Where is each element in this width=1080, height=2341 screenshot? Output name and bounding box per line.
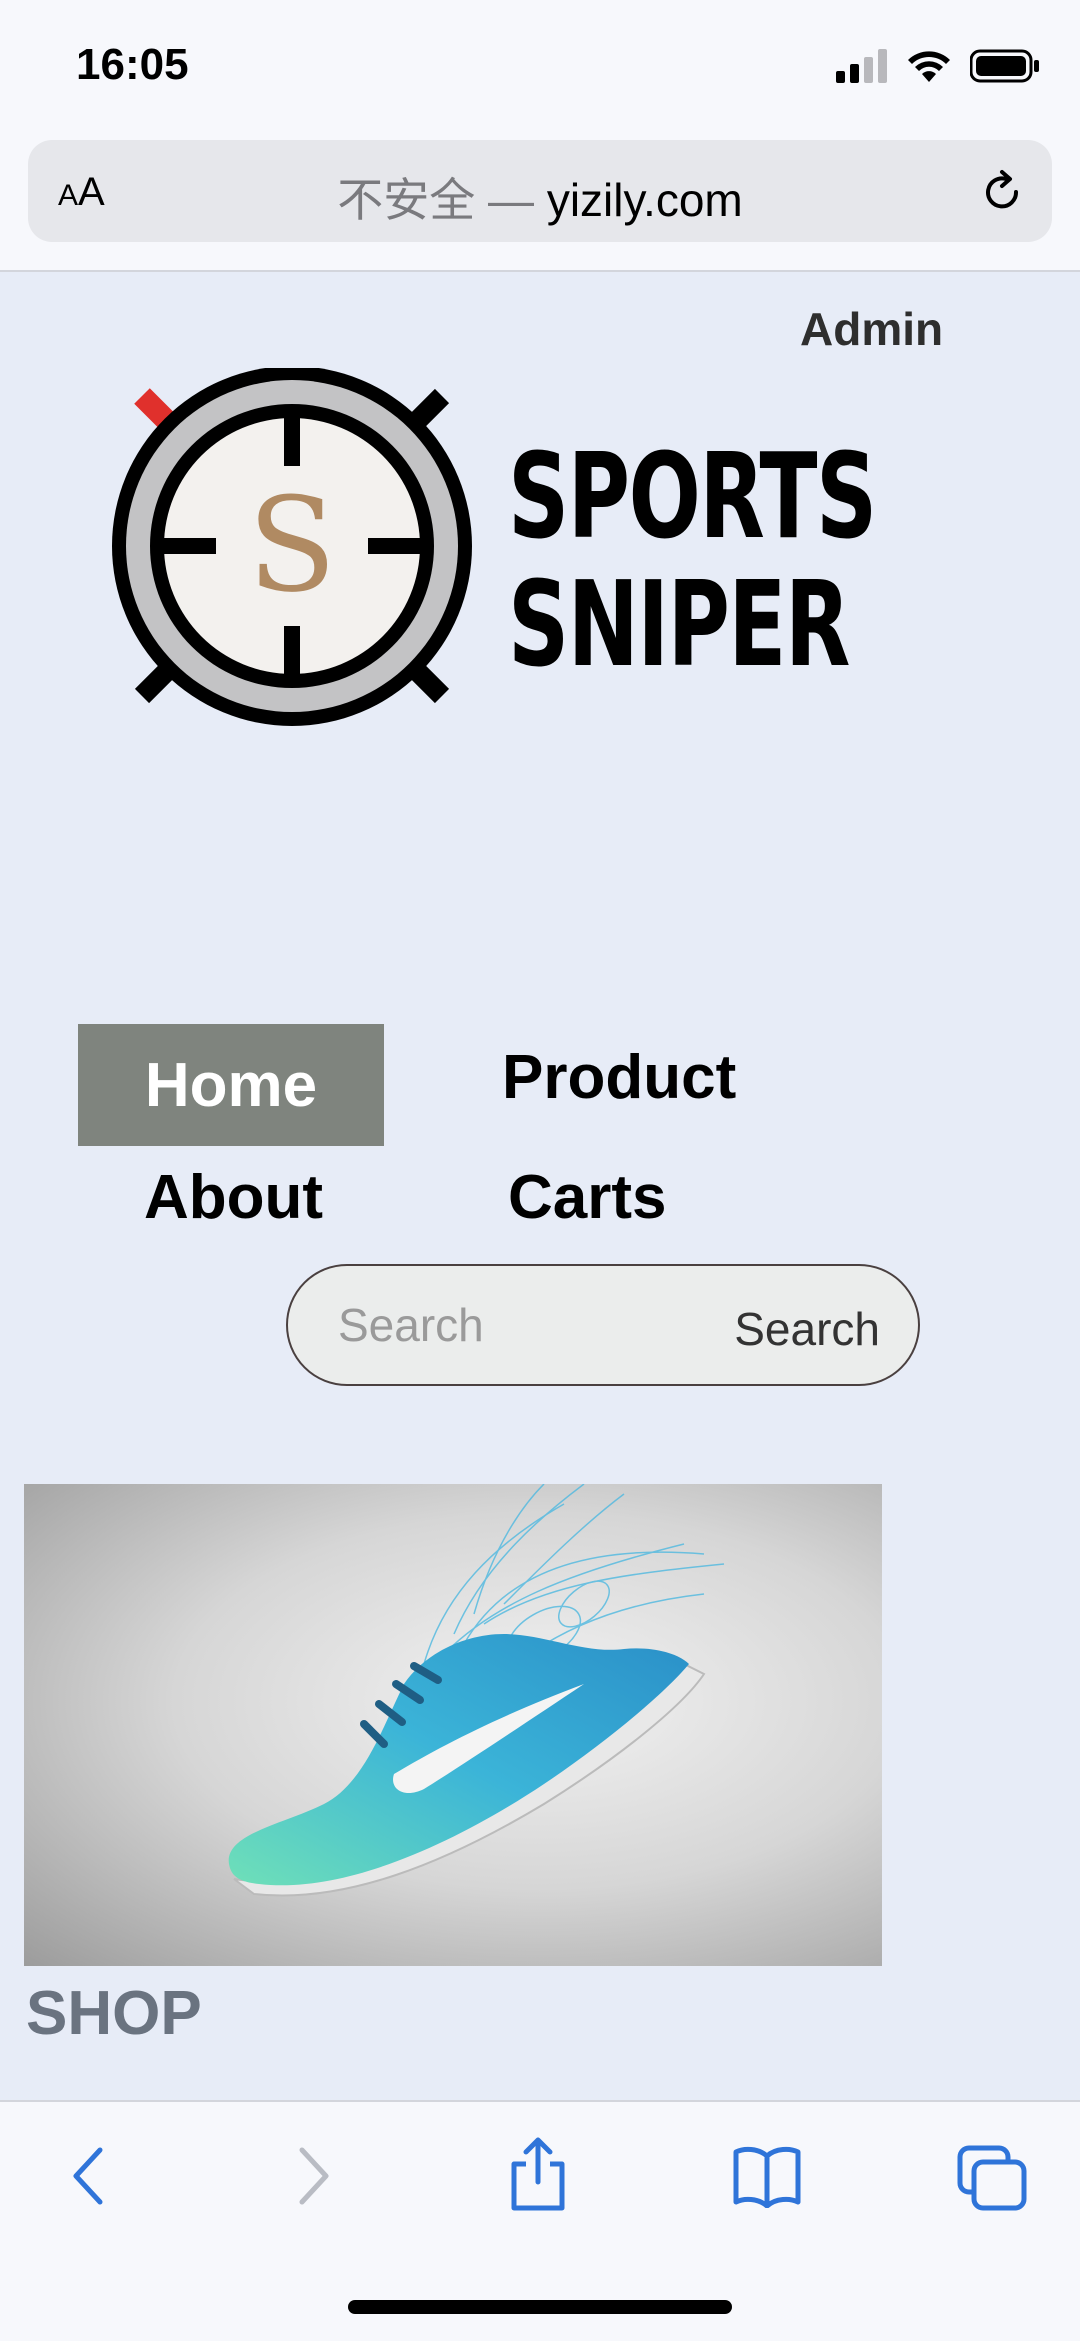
brand-name: SPORTS SNIPER — [508, 427, 877, 693]
nav-carts[interactable]: Carts — [508, 1162, 667, 1233]
nav-about[interactable]: About — [144, 1162, 323, 1233]
tabs-icon[interactable] — [956, 2144, 1028, 2212]
web-page: Admin S SPORTS SNIPER Home Product About… — [0, 272, 1080, 2100]
browser-address-area: AA 不安全 — yizily.com — [0, 130, 1080, 272]
brand-line-2: SNIPER — [508, 555, 850, 693]
url-display[interactable]: 不安全 — yizily.com — [28, 164, 1052, 230]
hero-shoe-image[interactable] — [24, 1484, 882, 1966]
battery-icon — [970, 49, 1039, 83]
search-button[interactable]: Search — [734, 1302, 880, 1356]
back-arrow-icon[interactable] — [66, 2144, 114, 2208]
status-bar: 16:05 — [0, 0, 1080, 130]
address-bar[interactable]: AA 不安全 — yizily.com — [28, 140, 1052, 242]
search-input[interactable] — [336, 1292, 670, 1358]
bookmarks-icon[interactable] — [732, 2144, 802, 2208]
reload-icon[interactable] — [978, 168, 1026, 216]
forward-arrow-icon[interactable] — [288, 2144, 336, 2208]
nav-product[interactable]: Product — [502, 1042, 736, 1113]
share-icon[interactable] — [506, 2136, 570, 2212]
sneaker-image — [228, 1484, 725, 1897]
url-domain: yizily.com — [546, 174, 743, 226]
url-separator: — — [488, 174, 535, 226]
section-title-shop: SHOP — [26, 1979, 202, 2048]
cellular-signal-icon — [836, 49, 887, 83]
crosshair-logo-icon[interactable]: S — [96, 368, 486, 748]
wifi-icon — [908, 51, 950, 82]
nav-home[interactable]: Home — [78, 1024, 384, 1146]
not-secure-label: 不安全 — [337, 174, 476, 226]
search-box: Search — [286, 1264, 920, 1386]
brand-line-1: SPORTS — [508, 427, 877, 565]
admin-link[interactable]: Admin — [800, 302, 943, 356]
status-time: 16:05 — [76, 40, 189, 89]
status-icons — [836, 46, 1040, 86]
home-indicator — [348, 2300, 732, 2314]
logo-letter: S — [247, 469, 336, 621]
